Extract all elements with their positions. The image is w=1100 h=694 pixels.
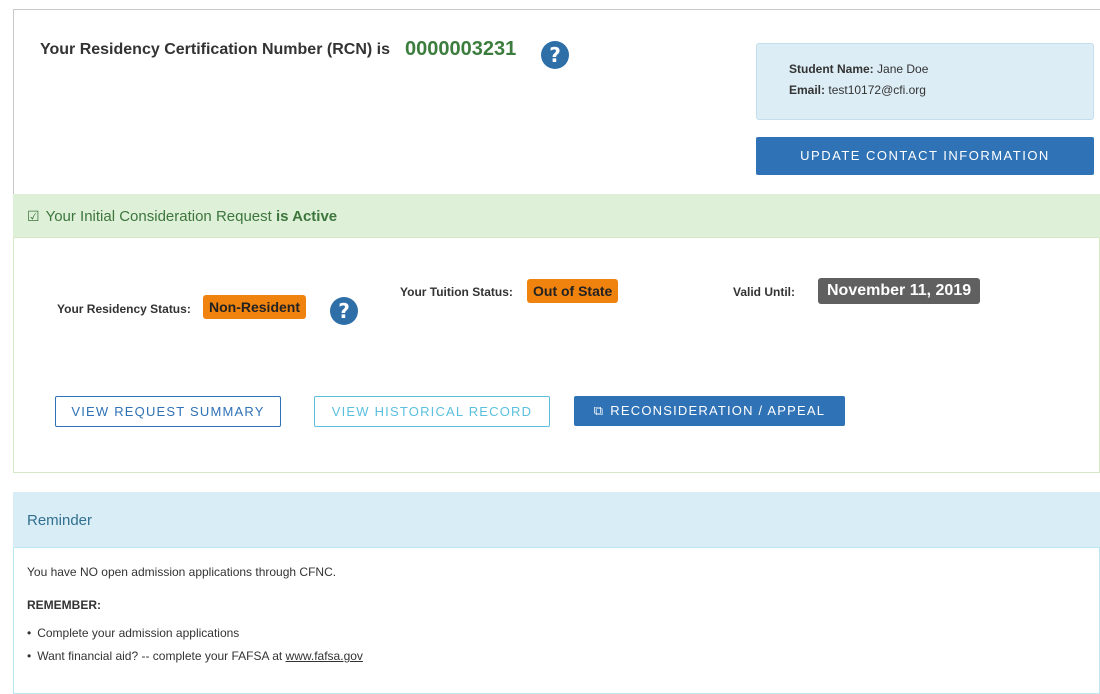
consideration-header: ☑ Your Initial Consideration Request is A… xyxy=(13,194,1100,238)
rcn-number: 0000003231 xyxy=(405,38,517,60)
reminder-bullet-1: • Complete your admission applications xyxy=(27,626,239,640)
page-frame: Your Residency Certification Number (RCN… xyxy=(0,0,1100,694)
reminder-message: You have NO open admission applications … xyxy=(27,565,337,579)
remember-label: REMEMBER: xyxy=(27,598,101,612)
valid-until-badge: November 11, 2019 xyxy=(818,278,981,304)
contact-info-box: Student Name: Jane Doe Email: test10172@… xyxy=(756,43,1094,120)
rcn-help-icon[interactable]: ? xyxy=(541,41,569,69)
rcn-title: Your Residency Certification Number (RCN… xyxy=(40,41,390,58)
fafsa-link[interactable]: www.fafsa.gov xyxy=(286,649,363,663)
student-name-line: Student Name: Jane Doe xyxy=(789,62,928,76)
consideration-title-suffix: is Active xyxy=(276,208,338,225)
bullet-icon: • xyxy=(27,649,32,663)
reminder-bullet-1-text: Complete your admission applications xyxy=(37,626,240,640)
email-line: Email: test10172@cfi.org xyxy=(789,83,926,97)
check-icon: ☑ xyxy=(27,209,40,225)
residency-help-icon[interactable]: ? xyxy=(330,297,358,325)
top-border xyxy=(13,9,1100,10)
tuition-status-label: Your Tuition Status: xyxy=(400,285,513,299)
reminder-title: Reminder xyxy=(27,512,93,529)
left-border xyxy=(13,9,14,194)
student-name-label: Student Name: xyxy=(789,62,874,76)
email-label: Email: xyxy=(789,83,826,97)
view-request-summary-button[interactable]: VIEW REQUEST SUMMARY xyxy=(55,396,281,427)
consideration-title: ☑ Your Initial Consideration Request is A… xyxy=(27,208,337,225)
reconsideration-appeal-label: RECONSIDERATION / APPEAL xyxy=(610,403,826,418)
student-name-value: Jane Doe xyxy=(877,62,929,76)
residency-status-badge: Non-Resident xyxy=(203,295,306,319)
residency-status-label: Your Residency Status: xyxy=(57,302,191,316)
bullet-icon: • xyxy=(27,626,32,640)
reconsideration-appeal-button[interactable]: ⧉ RECONSIDERATION / APPEAL xyxy=(574,396,845,426)
update-contact-button[interactable]: UPDATE CONTACT INFORMATION xyxy=(756,137,1094,175)
view-historical-record-button[interactable]: VIEW HISTORICAL RECORD xyxy=(314,396,550,427)
external-link-icon: ⧉ xyxy=(593,404,605,419)
reminder-bullet-2-text: Want financial aid? -- complete your FAF… xyxy=(37,649,283,663)
reminder-header: Reminder xyxy=(13,492,1100,548)
email-value: test10172@cfi.org xyxy=(828,83,926,97)
reminder-bullet-2: • Want financial aid? -- complete your FA… xyxy=(27,649,363,663)
tuition-status-badge: Out of State xyxy=(527,279,619,303)
valid-until-label: Valid Until: xyxy=(733,285,796,299)
consideration-title-prefix: Your Initial Consideration Request xyxy=(45,208,272,225)
